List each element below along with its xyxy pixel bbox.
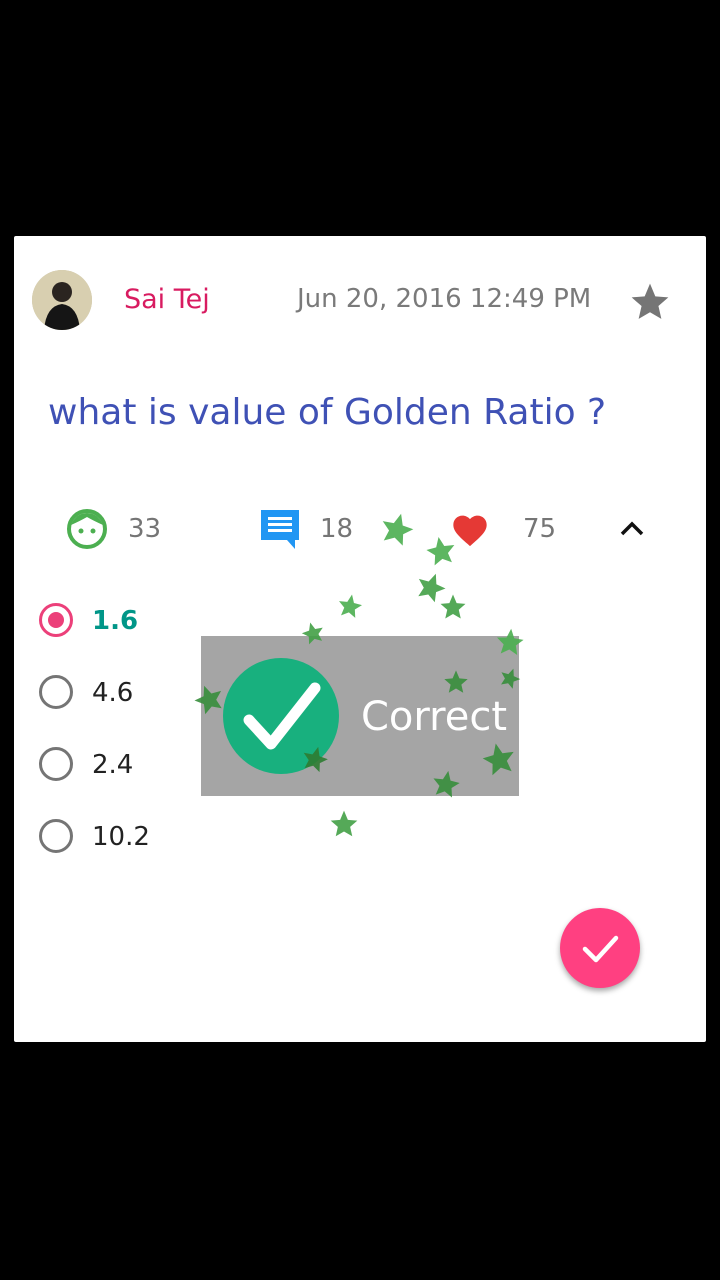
confetti-star-icon bbox=[438, 592, 468, 622]
avatar[interactable] bbox=[32, 270, 92, 330]
confetti-star-icon bbox=[374, 506, 421, 553]
chat-icon[interactable] bbox=[259, 508, 301, 554]
confetti-star-icon bbox=[334, 590, 366, 622]
option-4[interactable]: 10.2 bbox=[39, 819, 239, 863]
confetti-star-icon bbox=[476, 736, 521, 781]
option-label: 1.6 bbox=[92, 606, 139, 636]
check-icon bbox=[582, 935, 619, 963]
face-icon[interactable] bbox=[66, 508, 108, 554]
radio-button[interactable] bbox=[39, 819, 73, 853]
radio-selected[interactable] bbox=[39, 603, 73, 637]
comments-count: 18 bbox=[320, 514, 354, 544]
likes-count: 75 bbox=[523, 514, 557, 544]
option-label: 10.2 bbox=[92, 822, 150, 852]
confetti-star-icon bbox=[328, 808, 360, 840]
confetti-star-icon bbox=[427, 765, 464, 802]
star-icon[interactable] bbox=[628, 280, 672, 324]
correct-toast: Correct bbox=[201, 636, 519, 796]
option-label: 2.4 bbox=[92, 750, 134, 780]
question-text: what is value of Golden Ratio ? bbox=[48, 392, 607, 433]
radio-button[interactable] bbox=[39, 747, 73, 781]
toast-text: Correct bbox=[361, 694, 507, 740]
confetti-star-icon bbox=[493, 625, 528, 660]
option-label: 4.6 bbox=[92, 678, 134, 708]
author-name[interactable]: Sai Tej bbox=[124, 284, 210, 315]
confetti-star-icon bbox=[421, 531, 460, 570]
confetti-star-icon bbox=[442, 668, 470, 696]
submit-button[interactable] bbox=[560, 908, 640, 988]
question-card: Sai Tej Jun 20, 2016 12:49 PM what is va… bbox=[14, 236, 706, 1042]
post-datetime: Jun 20, 2016 12:49 PM bbox=[297, 284, 592, 314]
chevron-up-icon[interactable] bbox=[616, 516, 648, 540]
attempts-count: 33 bbox=[128, 514, 162, 544]
radio-button[interactable] bbox=[39, 675, 73, 709]
